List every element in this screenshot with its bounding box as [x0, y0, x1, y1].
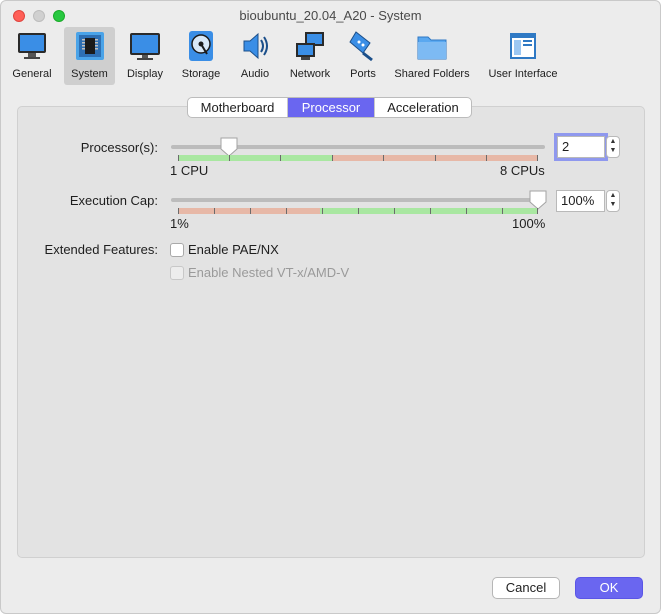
extended-features-label: Extended Features:	[44, 242, 158, 257]
toolbar-item-shared-folders[interactable]: Shared Folders	[393, 27, 471, 85]
settings-tabs: Motherboard Processor Acceleration	[187, 97, 472, 118]
scale-tick	[383, 155, 384, 161]
plug-icon	[349, 31, 373, 62]
scale-tick	[178, 208, 179, 214]
scale-tick	[430, 208, 431, 214]
speaker-icon	[243, 32, 268, 60]
scale-tick	[537, 208, 538, 214]
toolbar-item-user-interface[interactable]: User Interface	[485, 27, 561, 85]
close-window-button[interactable]	[13, 10, 25, 22]
scale-tick	[214, 208, 215, 214]
processor-count-stepper[interactable]: ▲ ▼	[606, 136, 620, 158]
tab-acceleration[interactable]: Acceleration	[375, 98, 471, 117]
execution-cap-max-label: 100%	[512, 216, 546, 231]
scale-tick	[286, 208, 287, 214]
enable-pae-nx-checkbox[interactable]	[170, 243, 184, 257]
execution-cap-slider-thumb[interactable]	[529, 190, 547, 210]
scale-tick	[322, 208, 323, 214]
settings-window: bioubuntu_20.04_A20 - System General Sys…	[0, 0, 661, 614]
scale-tick	[435, 155, 436, 161]
processor-min-label: 1 CPU	[170, 163, 209, 178]
disk-icon	[189, 31, 213, 61]
cancel-button[interactable]: Cancel	[492, 577, 560, 599]
execution-cap-scale-low	[178, 208, 320, 214]
processor-count-input[interactable]: 2	[554, 133, 608, 161]
execution-cap-input[interactable]: 100%	[556, 190, 605, 212]
network-icon	[296, 32, 324, 60]
folder-icon	[417, 36, 447, 60]
toolbar-item-ports[interactable]: Ports	[342, 27, 384, 85]
chip-icon	[75, 32, 104, 60]
scale-tick	[486, 155, 487, 161]
scale-tick	[280, 155, 281, 161]
display-icon	[130, 33, 160, 60]
processor-panel	[17, 106, 645, 558]
enable-pae-nx-label[interactable]: Enable PAE/NX	[188, 242, 279, 257]
maximize-window-button[interactable]	[53, 10, 65, 22]
processor-scale	[178, 155, 538, 161]
scale-tick	[502, 208, 503, 214]
tab-processor[interactable]: Processor	[288, 98, 374, 117]
execution-cap-scale	[178, 208, 538, 214]
scale-tick	[332, 155, 333, 161]
tab-motherboard[interactable]: Motherboard	[188, 98, 287, 117]
window-title: bioubuntu_20.04_A20 - System	[239, 8, 422, 23]
execution-cap-label: Execution Cap:	[69, 193, 158, 208]
toolbar-item-storage[interactable]: Storage	[178, 27, 224, 85]
settings-toolbar: General System Display Storage Audio Net…	[1, 25, 660, 87]
scale-tick	[466, 208, 467, 214]
execution-cap-stepper[interactable]: ▲ ▼	[606, 190, 620, 212]
toolbar-item-system[interactable]: System	[64, 27, 115, 85]
window-icon	[510, 33, 536, 59]
ok-button[interactable]: OK	[575, 577, 643, 599]
processor-scale-recommended	[178, 155, 332, 161]
scale-tick	[229, 155, 230, 161]
monitor-gear-icon	[18, 33, 46, 59]
toolbar-item-display[interactable]: Display	[122, 27, 168, 85]
enable-nested-vtx-label: Enable Nested VT-x/AMD-V	[188, 265, 350, 280]
toolbar-item-general[interactable]: General	[7, 27, 57, 85]
scale-tick	[394, 208, 395, 214]
execution-cap-scale-recommended	[320, 208, 538, 214]
execution-cap-min-label: 1%	[170, 216, 189, 231]
toolbar-item-network[interactable]: Network	[285, 27, 335, 85]
minimize-window-button[interactable]	[33, 10, 45, 22]
scale-tick	[537, 155, 538, 161]
enable-nested-vtx-checkbox	[170, 266, 184, 280]
processor-slider-thumb[interactable]	[220, 137, 238, 157]
processor-max-label: 8 CPUs	[500, 163, 545, 178]
scale-tick	[250, 208, 251, 214]
processor-count-label: Processor(s):	[80, 140, 158, 155]
scale-tick	[358, 208, 359, 214]
execution-cap-slider-track[interactable]	[171, 198, 545, 202]
toolbar-item-audio[interactable]: Audio	[234, 27, 276, 85]
scale-tick	[178, 155, 179, 161]
